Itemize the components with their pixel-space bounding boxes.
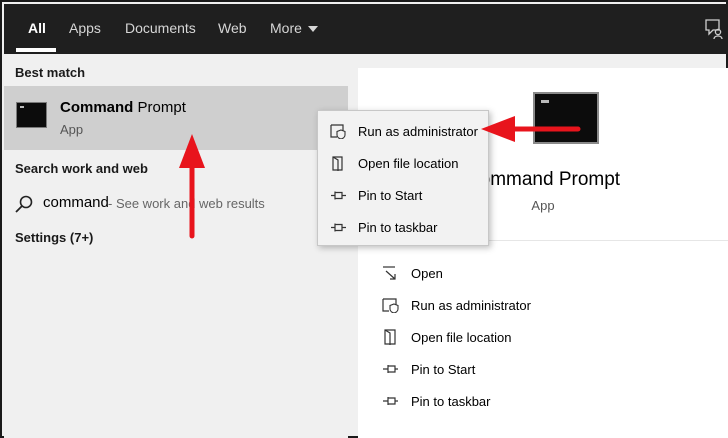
pin-icon [383, 365, 398, 373]
action-pin-to-start[interactable]: Pin to Start [358, 353, 728, 385]
best-match-type: App [60, 122, 84, 137]
folder-icon [332, 156, 343, 171]
action-run-as-admin-label: Run as administrator [411, 298, 531, 313]
shield-icon [382, 298, 399, 313]
folder-icon [384, 329, 396, 345]
context-pin-to-start[interactable]: Pin to Start [318, 179, 488, 211]
tab-documents[interactable]: Documents [125, 4, 196, 54]
context-run-as-admin-label: Run as administrator [358, 124, 478, 139]
active-tab-indicator [16, 48, 56, 52]
best-match-result[interactable]: Command Prompt App [4, 86, 348, 150]
tab-web[interactable]: Web [218, 4, 247, 54]
command-prompt-large-icon [533, 92, 599, 144]
context-open-file-location[interactable]: Open file location [318, 147, 488, 179]
action-run-as-admin[interactable]: Run as administrator [358, 289, 728, 321]
action-pin-to-taskbar-label: Pin to taskbar [411, 394, 491, 409]
chevron-down-icon [307, 26, 318, 33]
action-open-file-location-label: Open file location [411, 330, 512, 345]
command-prompt-icon [16, 102, 47, 128]
search-icon [15, 195, 33, 213]
tab-all[interactable]: All [28, 4, 46, 54]
context-run-as-admin[interactable]: Run as administrator [318, 115, 488, 147]
context-pin-to-start-label: Pin to Start [358, 188, 423, 203]
pin-icon [331, 191, 346, 200]
search-hint: - See work and web results [108, 196, 265, 211]
search-term: command [43, 194, 109, 211]
action-open[interactable]: Open [358, 257, 728, 289]
context-menu: Run as administrator Open file location … [317, 110, 489, 246]
pin-icon [331, 223, 346, 232]
results-pane: Best match Command Prompt App Search wor… [4, 54, 348, 438]
filter-bar: All Apps Documents Web More [4, 4, 728, 54]
action-open-label: Open [411, 266, 443, 281]
context-pin-to-taskbar-label: Pin to taskbar [358, 220, 438, 235]
pin-icon [383, 397, 398, 405]
tab-apps[interactable]: Apps [69, 4, 101, 54]
open-icon [383, 266, 396, 280]
settings-heading[interactable]: Settings (7+) [15, 230, 93, 245]
search-web-heading: Search work and web [15, 161, 148, 176]
search-window: All Apps Documents Web More Best match C… [0, 0, 728, 438]
action-pin-to-start-label: Pin to Start [411, 362, 476, 377]
feedback-icon[interactable] [704, 18, 724, 40]
shield-icon [330, 124, 346, 139]
action-pin-to-taskbar[interactable]: Pin to taskbar [358, 385, 728, 417]
best-match-heading: Best match [15, 65, 86, 80]
tab-more-label: More [270, 20, 302, 36]
best-match-name: Command Prompt [60, 99, 186, 116]
context-open-file-location-label: Open file location [358, 156, 459, 171]
web-search-result[interactable]: command - See work and web results [4, 188, 348, 218]
action-open-file-location[interactable]: Open file location [358, 321, 728, 353]
tab-more[interactable]: More [270, 4, 318, 54]
context-pin-to-taskbar[interactable]: Pin to taskbar [318, 211, 488, 243]
